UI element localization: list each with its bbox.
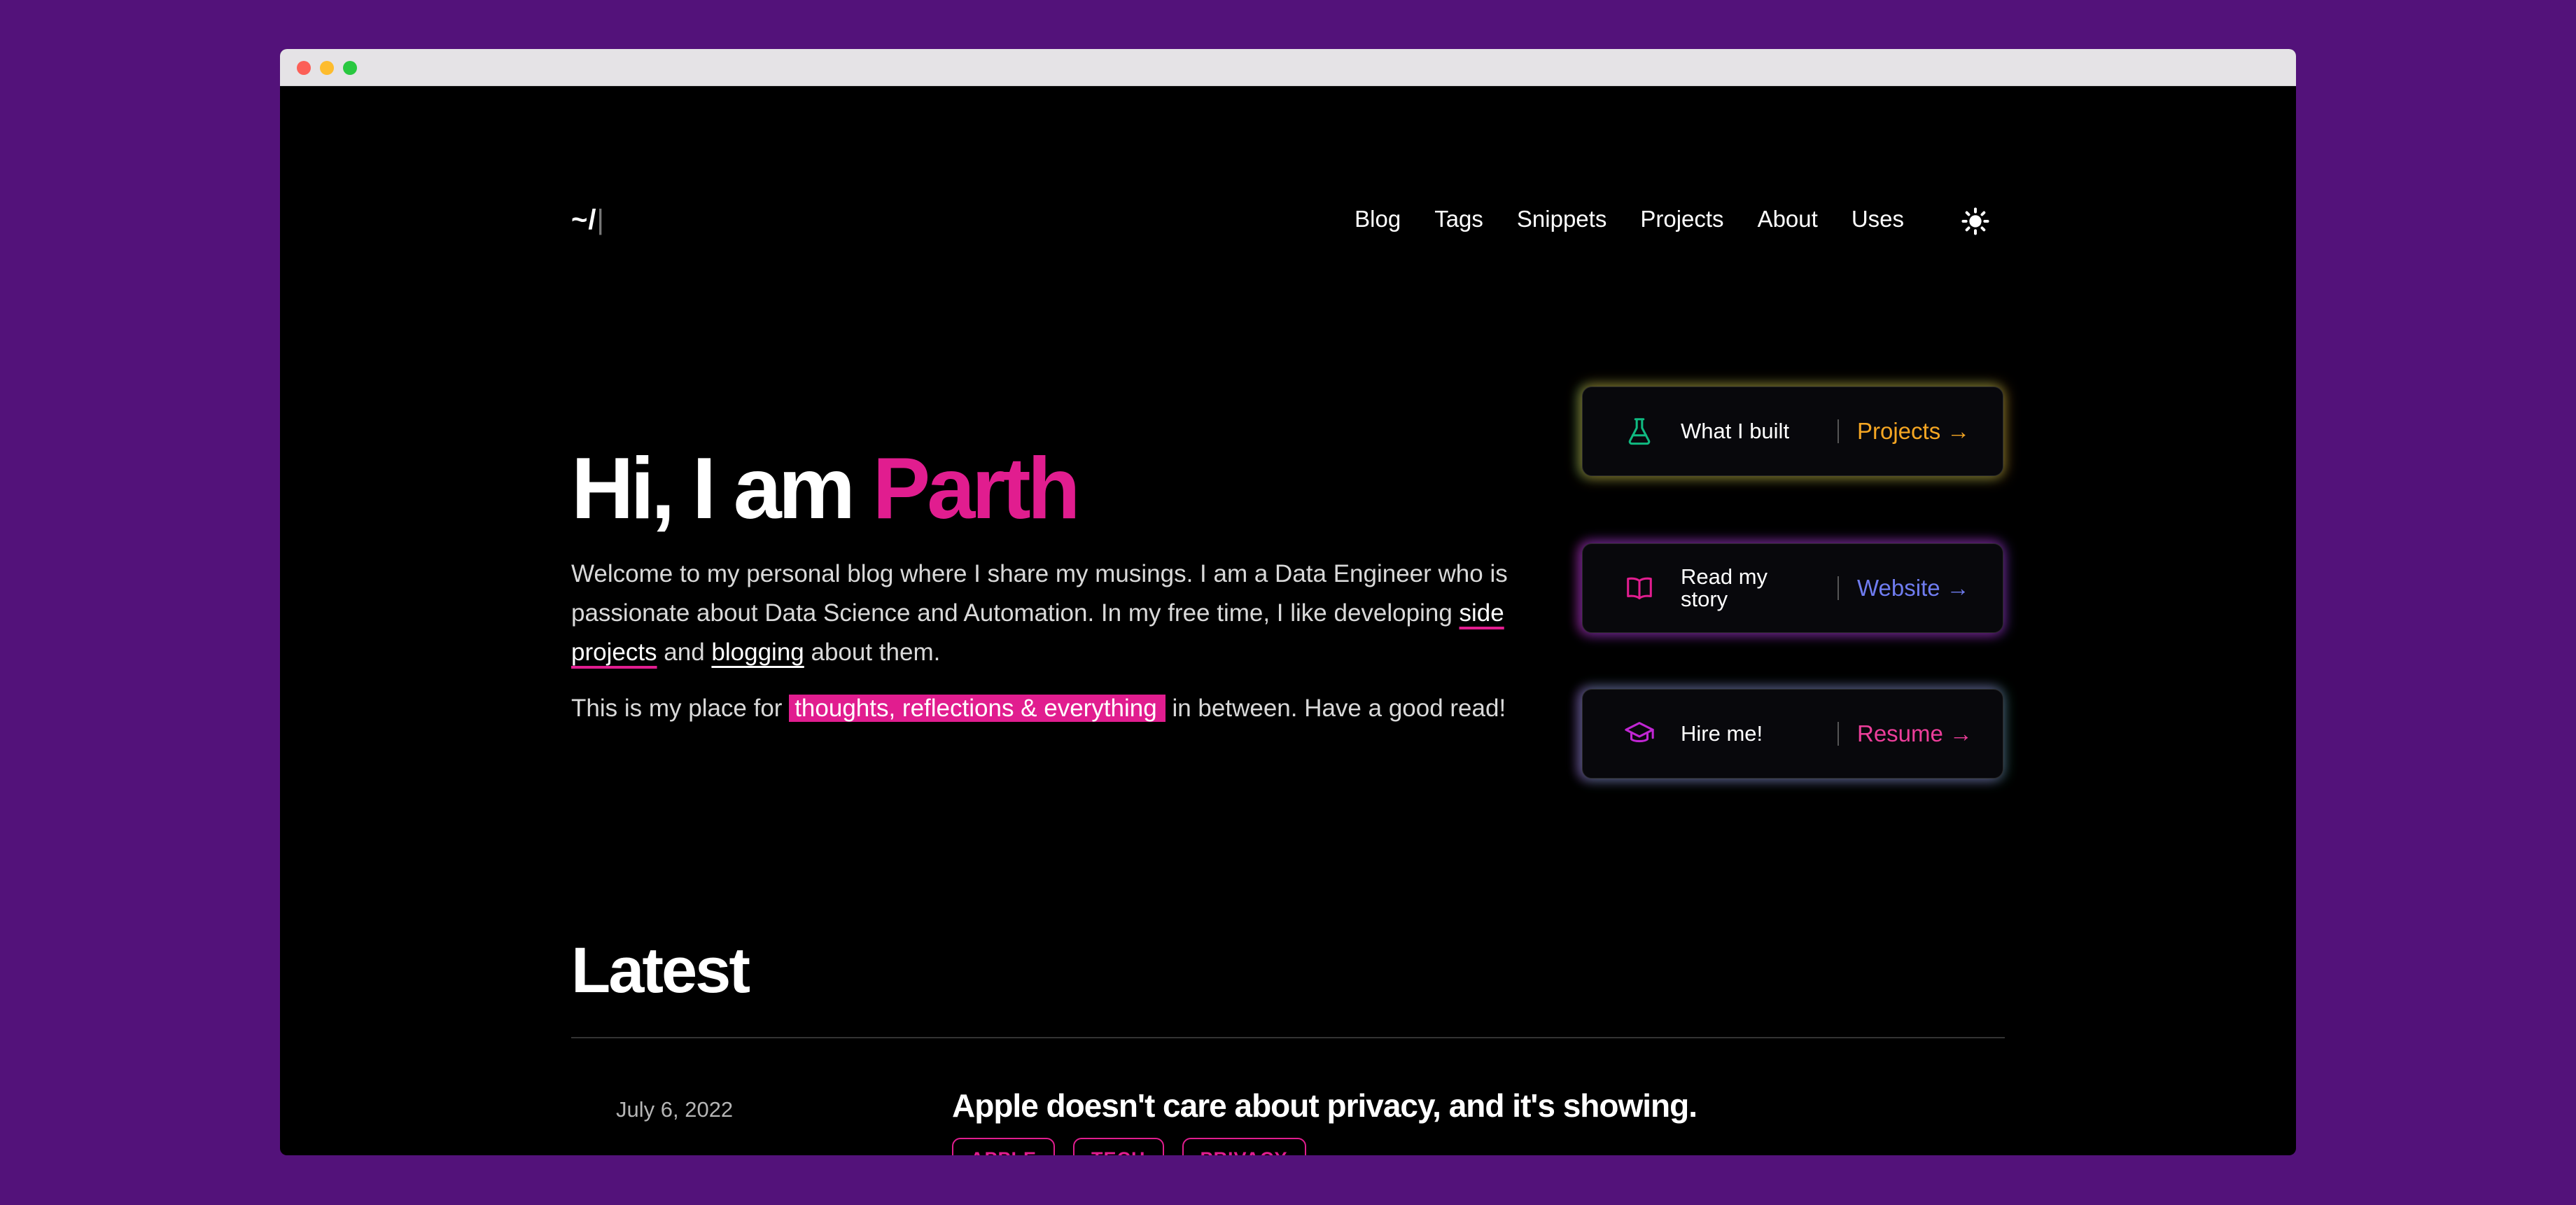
section-divider — [571, 1037, 2005, 1038]
card-separator — [1837, 576, 1839, 600]
card-separator — [1837, 419, 1839, 443]
hire-card[interactable]: Hire me! Resume → — [1582, 689, 2003, 779]
projects-card[interactable]: What I built Projects → — [1582, 386, 2003, 476]
nav-blog[interactable]: Blog — [1354, 206, 1401, 232]
tag-privacy[interactable]: PRIVACY — [1182, 1138, 1306, 1155]
flask-icon — [1628, 418, 1651, 445]
close-window-button[interactable] — [297, 61, 311, 75]
browser-window: ~/| Blog Tags Snippets Projects About Us… — [280, 49, 2296, 1155]
nav-uses[interactable]: Uses — [1851, 206, 1904, 232]
nav-about[interactable]: About — [1758, 206, 1818, 232]
post-title-link[interactable]: Apple doesn't care about privacy, and it… — [952, 1087, 1698, 1124]
window-titlebar — [280, 49, 2296, 86]
nav-projects[interactable]: Projects — [1640, 206, 1723, 232]
logo-text: ~/ — [571, 204, 597, 235]
intro-text: Welcome to my personal blog where I shar… — [571, 555, 1513, 745]
nav-tags[interactable]: Tags — [1434, 206, 1483, 232]
resume-card-link[interactable]: Resume → — [1857, 720, 1973, 747]
intro-text-3: about them. — [804, 639, 941, 666]
hero-title-prefix: Hi, I am — [571, 440, 873, 537]
story-card[interactable]: Read my story Website → — [1582, 543, 2003, 633]
website-card-link[interactable]: Website → — [1857, 575, 1970, 601]
hero-title: Hi, I am Parth — [571, 439, 1080, 538]
latest-heading: Latest — [571, 935, 750, 1006]
post-date: July 6, 2022 — [616, 1097, 734, 1122]
hero-name: Parth — [872, 440, 1080, 537]
story-card-label: Read my story — [1681, 564, 1768, 611]
graduation-cap-icon — [1625, 722, 1654, 743]
projects-card-label: What I built — [1681, 419, 1790, 443]
highlighted-text: thoughts, reflections & everything — [789, 695, 1166, 722]
theme-toggle-button[interactable] — [1960, 206, 1991, 237]
intro-text-2: and — [657, 639, 712, 666]
intro-text-5: in between. Have a good read! — [1172, 695, 1506, 722]
book-icon — [1627, 577, 1652, 599]
intro-text-4: This is my place for — [571, 695, 783, 722]
post-tags: APPLE TECH PRIVACY — [952, 1138, 1306, 1155]
blogging-link[interactable]: blogging — [711, 639, 804, 666]
logo-cursor: | — [596, 204, 605, 235]
intro-paragraph-2: This is my place for thoughts, reflectio… — [571, 689, 1513, 728]
hire-card-label: Hire me! — [1681, 721, 1763, 746]
intro-paragraph-1: Welcome to my personal blog where I shar… — [571, 555, 1513, 672]
nav-snippets[interactable]: Snippets — [1517, 206, 1606, 232]
projects-card-link[interactable]: Projects → — [1857, 418, 1970, 445]
sun-icon — [1961, 207, 1989, 235]
card-separator — [1837, 722, 1839, 746]
site-logo[interactable]: ~/| — [571, 204, 605, 236]
minimize-window-button[interactable] — [320, 61, 334, 75]
main-nav: Blog Tags Snippets Projects About Uses — [1354, 206, 1904, 232]
tag-tech[interactable]: TECH — [1073, 1138, 1164, 1155]
maximize-window-button[interactable] — [343, 61, 357, 75]
page-content: ~/| Blog Tags Snippets Projects About Us… — [280, 85, 2296, 1155]
tag-apple[interactable]: APPLE — [952, 1138, 1056, 1155]
intro-text-1: Welcome to my personal blog where I shar… — [571, 560, 1508, 627]
